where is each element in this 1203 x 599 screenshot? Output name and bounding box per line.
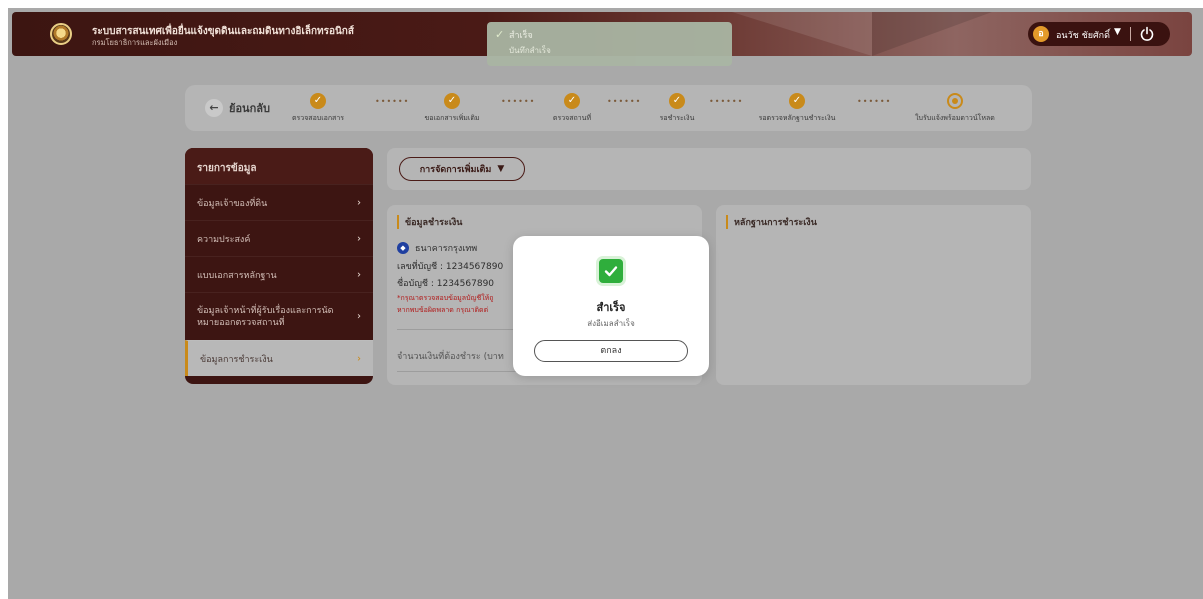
step-2: ✓ ขอเอกสารเพิ่มเติม [424, 93, 480, 122]
user-menu[interactable]: อ อนวัช ชัยศักดิ์ ▼ [1028, 22, 1170, 46]
account-number: เลขที่บัญชี : 1234567890 [397, 262, 504, 272]
toast-message: บันทึกสำเร็จ [509, 46, 551, 55]
step-5: ✓ รอตรวจหลักฐานชำระเงิน [758, 93, 836, 122]
department-logo [50, 23, 72, 45]
step-connector: •••••• [857, 97, 892, 106]
chevron-right-icon: › [357, 233, 361, 244]
divider [1130, 27, 1131, 41]
back-label: ย้อนกลับ [229, 102, 270, 115]
chevron-right-icon: › [357, 269, 361, 280]
step-1: ✓ ตรวจสอบเอกสาร [291, 93, 345, 122]
chevron-right-icon: › [357, 353, 361, 364]
card-title: ข้อมูลชำระเงิน [397, 215, 462, 229]
sidebar-heading: รายการข้อมูล [185, 148, 373, 184]
step-4: ✓ รอชำระเงิน [659, 93, 695, 122]
step-connector: •••••• [375, 97, 410, 106]
sidebar-item-payment[interactable]: ข้อมูลการชำระเงิน › [185, 340, 373, 376]
dialog-message: ส่งอีเมลสำเร็จ [587, 319, 635, 328]
avatar: อ [1033, 26, 1049, 42]
success-dialog: สำเร็จ ส่งอีเมลสำเร็จ ตกลง [513, 236, 709, 376]
step-connector: •••••• [607, 97, 642, 106]
caret-down-icon[interactable]: ▼ [1114, 27, 1121, 37]
ok-button[interactable]: ตกลง [534, 340, 688, 362]
arrow-left-icon: ← [205, 99, 223, 117]
card-title: หลักฐานการชำระเงิน [726, 215, 817, 229]
step-connector: •••••• [709, 97, 744, 106]
bank-name: ธนาคารกรุงเทพ [415, 244, 478, 254]
chevron-right-icon: › [357, 197, 361, 208]
sidebar-item-landowner[interactable]: ข้อมูลเจ้าของที่ดิน › [185, 184, 373, 220]
more-actions-button[interactable]: การจัดการเพิ่มเติม ▼ [399, 157, 525, 181]
bank-row: ◆ ธนาคารกรุงเทพ [397, 241, 477, 255]
user-name: อนวัช ชัยศักดิ์ [1056, 31, 1110, 41]
back-button[interactable]: ← ย้อนกลับ [205, 99, 270, 117]
check-circle-icon: ✓ [310, 93, 326, 109]
account-name: ชื่อบัญชี : 1234567890 [397, 279, 495, 289]
success-check-icon [596, 256, 626, 286]
amount-label: จำนวนเงินที่ต้องชำระ (บาท [397, 352, 504, 362]
logout-icon[interactable] [1138, 25, 1156, 43]
sidebar-item-officer[interactable]: ข้อมูลเจ้าหน้าที่ผู้รับเรื่องและการนัดหม… [185, 292, 373, 340]
action-bar: การจัดการเพิ่มเติม ▼ [387, 148, 1031, 190]
info-sidebar: รายการข้อมูล ข้อมูลเจ้าของที่ดิน › ความป… [185, 148, 373, 384]
current-step-icon [947, 93, 963, 109]
sidebar-item-documents[interactable]: แบบเอกสารหลักฐาน › [185, 256, 373, 292]
department-name: กรมโยธาธิการและผังเมือง [92, 38, 178, 47]
caret-down-icon: ▼ [497, 164, 505, 174]
check-circle-icon: ✓ [444, 93, 460, 109]
warning-note: *กรุณาตรวจสอบข้อมูลบัญชีให้ถู [397, 294, 494, 302]
warning-note: หากพบข้อผิดพลาด กรุณาติดต่ [397, 306, 489, 314]
toast-title: สำเร็จ [509, 31, 533, 41]
step-3: ✓ ตรวจสถานที่ [552, 93, 592, 122]
bank-logo-icon: ◆ [397, 242, 409, 254]
success-toast: ✓ สำเร็จ บันทึกสำเร็จ [487, 22, 732, 66]
sidebar-item-purpose[interactable]: ความประสงค์ › [185, 220, 373, 256]
check-circle-icon: ✓ [789, 93, 805, 109]
step-6: ใบรับแจ้งพร้อมดาวน์โหลด [900, 93, 1010, 124]
check-icon: ✓ [495, 28, 505, 41]
chevron-right-icon: › [357, 310, 361, 322]
step-connector: •••••• [501, 97, 536, 106]
check-circle-icon: ✓ [564, 93, 580, 109]
dialog-title: สำเร็จ [596, 301, 626, 314]
payment-evidence-card: หลักฐานการชำระเงิน [716, 205, 1031, 385]
check-circle-icon: ✓ [669, 93, 685, 109]
progress-stepper: ← ย้อนกลับ ✓ ตรวจสอบเอกสาร •••••• ✓ ขอเอ… [185, 85, 1032, 131]
